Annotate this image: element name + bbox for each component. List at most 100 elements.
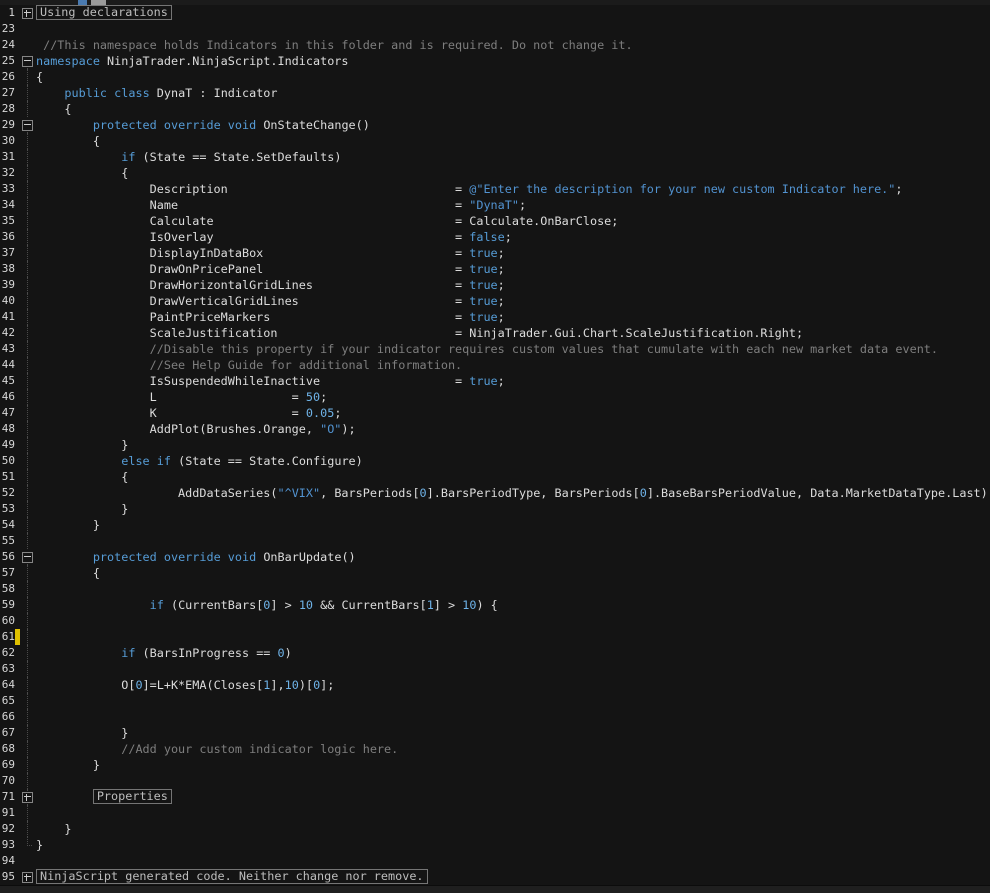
code-line[interactable]: 95 NinjaScript generated code. Neither ch… (0, 869, 990, 885)
code-line[interactable]: 44 //See Help Guide for additional infor… (0, 357, 990, 373)
fold-collapse-icon[interactable] (22, 120, 33, 131)
code-line[interactable]: 59 if (CurrentBars[0] > 10 && CurrentBar… (0, 597, 990, 613)
line-number[interactable]: 59 (0, 597, 15, 613)
code-line[interactable]: 62 if (BarsInProgress == 0) (0, 645, 990, 661)
code-line[interactable]: 28 { (0, 101, 990, 117)
line-number[interactable]: 66 (0, 709, 15, 725)
line-number[interactable]: 1 (0, 5, 15, 21)
code-line[interactable]: 49 } (0, 437, 990, 453)
code-line[interactable]: 25 namespace NinjaTrader.NinjaScript.Indi… (0, 53, 990, 69)
code-line[interactable]: 54 } (0, 517, 990, 533)
code-line[interactable]: 56 protected override void OnBarUpdate() (0, 549, 990, 565)
collapsed-region-label[interactable]: NinjaScript generated code. Neither chan… (36, 869, 428, 884)
line-number[interactable]: 45 (0, 373, 15, 389)
line-number[interactable]: 64 (0, 677, 15, 693)
fold-expand-icon[interactable] (22, 792, 33, 803)
code-line[interactable]: 37 DisplayInDataBox = true; (0, 245, 990, 261)
collapsed-region-label[interactable]: Properties (92, 789, 172, 804)
line-number[interactable]: 61 (0, 629, 15, 645)
fold-collapse-icon[interactable] (22, 552, 33, 563)
code-line[interactable]: 52 AddDataSeries("^VIX", BarsPeriods[0].… (0, 485, 990, 501)
line-number[interactable]: 50 (0, 453, 15, 469)
code-line[interactable]: 93} (0, 837, 990, 853)
code-line[interactable]: 70 (0, 773, 990, 789)
code-line[interactable]: 36 IsOverlay = false; (0, 229, 990, 245)
code-line[interactable]: 45 IsSuspendedWhileInactive = true; (0, 373, 990, 389)
line-number[interactable]: 57 (0, 565, 15, 581)
line-number[interactable]: 43 (0, 341, 15, 357)
line-number[interactable]: 49 (0, 437, 15, 453)
code-line[interactable]: 91 (0, 805, 990, 821)
code-line[interactable]: 27 public class DynaT : Indicator (0, 85, 990, 101)
line-number[interactable]: 71 (0, 789, 15, 805)
line-number[interactable]: 34 (0, 197, 15, 213)
code-line[interactable]: 68 //Add your custom indicator logic her… (0, 741, 990, 757)
code-line[interactable]: 51 { (0, 469, 990, 485)
code-line[interactable]: 43 //Disable this property if your indic… (0, 341, 990, 357)
line-number[interactable]: 27 (0, 85, 15, 101)
code-line[interactable]: 92 } (0, 821, 990, 837)
line-number[interactable]: 31 (0, 149, 15, 165)
line-number[interactable]: 28 (0, 101, 15, 117)
line-number[interactable]: 36 (0, 229, 15, 245)
code-line[interactable]: 47 K = 0.05; (0, 405, 990, 421)
code-line[interactable]: 1 Using declarations (0, 5, 990, 21)
code-line[interactable]: 60 (0, 613, 990, 629)
line-number[interactable]: 23 (0, 21, 15, 37)
line-number[interactable]: 54 (0, 517, 15, 533)
line-number[interactable]: 55 (0, 533, 15, 549)
line-number[interactable]: 33 (0, 181, 15, 197)
line-number[interactable]: 91 (0, 805, 15, 821)
line-number[interactable]: 39 (0, 277, 15, 293)
code-line[interactable]: 29 protected override void OnStateChange… (0, 117, 990, 133)
code-line[interactable]: 50 else if (State == State.Configure) (0, 453, 990, 469)
code-line[interactable]: 33 Description = @"Enter the description… (0, 181, 990, 197)
fold-collapse-icon[interactable] (22, 56, 33, 67)
line-number[interactable]: 26 (0, 69, 15, 85)
line-number[interactable]: 56 (0, 549, 15, 565)
line-number[interactable]: 58 (0, 581, 15, 597)
code-line[interactable]: 64 O[0]=L+K*EMA(Closes[1],10)[0]; (0, 677, 990, 693)
line-number[interactable]: 62 (0, 645, 15, 661)
line-number[interactable]: 68 (0, 741, 15, 757)
line-number[interactable]: 53 (0, 501, 15, 517)
code-line[interactable]: 53 } (0, 501, 990, 517)
code-line[interactable]: 31 if (State == State.SetDefaults) (0, 149, 990, 165)
code-area[interactable]: 1 Using declarations 23 24 //This namespace… (0, 5, 990, 885)
line-number[interactable]: 41 (0, 309, 15, 325)
line-number[interactable]: 48 (0, 421, 15, 437)
line-number[interactable]: 38 (0, 261, 15, 277)
collapsed-region-label[interactable]: Using declarations (36, 5, 172, 20)
line-number[interactable]: 95 (0, 869, 15, 885)
code-line[interactable]: 48 AddPlot(Brushes.Orange, "O"); (0, 421, 990, 437)
code-line[interactable]: 23 (0, 21, 990, 37)
line-number[interactable]: 47 (0, 405, 15, 421)
bottom-scrollbar-track[interactable] (0, 885, 990, 893)
code-line[interactable]: 26 { (0, 69, 990, 85)
code-line[interactable]: 58 (0, 581, 990, 597)
code-line[interactable]: 65 (0, 693, 990, 709)
line-number[interactable]: 51 (0, 469, 15, 485)
code-line[interactable]: 63 (0, 661, 990, 677)
line-number[interactable]: 29 (0, 117, 15, 133)
code-line[interactable]: 40 DrawVerticalGridLines = true; (0, 293, 990, 309)
line-number[interactable]: 65 (0, 693, 15, 709)
line-number[interactable]: 60 (0, 613, 15, 629)
line-number[interactable]: 70 (0, 773, 15, 789)
code-line[interactable]: 38 DrawOnPricePanel = true; (0, 261, 990, 277)
line-number[interactable]: 93 (0, 837, 15, 853)
code-line[interactable]: 30 { (0, 133, 990, 149)
fold-expand-icon[interactable] (22, 8, 33, 19)
code-line[interactable]: 35 Calculate = Calculate.OnBarClose; (0, 213, 990, 229)
code-line[interactable]: 42 ScaleJustification = NinjaTrader.Gui.… (0, 325, 990, 341)
line-number[interactable]: 44 (0, 357, 15, 373)
line-number[interactable]: 24 (0, 37, 15, 53)
code-line[interactable]: 39 DrawHorizontalGridLines = true; (0, 277, 990, 293)
line-number[interactable]: 63 (0, 661, 15, 677)
code-line[interactable]: 67 } (0, 725, 990, 741)
code-line[interactable]: 61 (0, 629, 990, 645)
code-line[interactable]: 32 { (0, 165, 990, 181)
line-number[interactable]: 92 (0, 821, 15, 837)
line-number[interactable]: 52 (0, 485, 15, 501)
line-number[interactable]: 94 (0, 853, 15, 869)
